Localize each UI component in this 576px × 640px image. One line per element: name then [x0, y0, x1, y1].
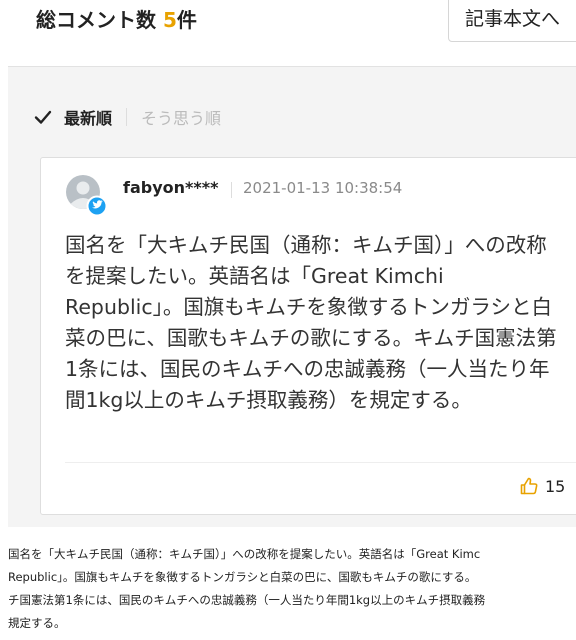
- comment-body: 国名を「大キムチ民国（通称：キムチ国）」への改称を提案したい。英語名は「Grea…: [65, 233, 557, 412]
- header-bar: 総コメント数 5件 記事本文へ: [0, 0, 576, 52]
- caption-line: 規定する。: [8, 616, 66, 630]
- comment-card: fabyon**** 2021-01-13 10:38:54 国名を「大キムチ民…: [40, 157, 576, 515]
- avatar: [66, 175, 107, 216]
- comment-count-label: 総コメント数: [36, 8, 156, 32]
- article-link-button[interactable]: 記事本文へ: [448, 0, 576, 42]
- caption-text: 国名を「大キムチ民国（通称：キムチ国）」への改称を提案したい。英語名は「Grea…: [8, 543, 576, 635]
- twitter-icon: [86, 195, 107, 216]
- card-divider: [65, 462, 576, 463]
- sort-bar: 最新順 そう思う順: [34, 103, 221, 131]
- like-count: 15: [545, 476, 566, 496]
- check-icon: [34, 110, 52, 124]
- comment-timestamp: 2021-01-13 10:38:54: [243, 179, 403, 197]
- meta-divider: [231, 182, 232, 198]
- sort-agree-tab[interactable]: そう思う順: [141, 105, 221, 129]
- caption-line: Republic」。国旗もキムチを象徴するトンガラシと白菜の巴に、国歌もキムチの…: [8, 570, 477, 584]
- sort-newest-label: 最新順: [64, 109, 113, 128]
- comment-count-value: 5: [162, 8, 177, 32]
- comment-count-unit: 件: [176, 8, 197, 32]
- sort-agree-label: そう思う順: [141, 109, 222, 128]
- sort-divider: [126, 108, 128, 126]
- thumbs-up-icon: [520, 477, 538, 495]
- comments-panel: 最新順 そう思う順 fabyon**** 2021-01-13 10:38:54…: [8, 66, 576, 527]
- like-button[interactable]: 15: [519, 476, 565, 496]
- caption-line: 国名を「大キムチ民国（通称：キムチ国）」への改称を提案したい。英語名は「Grea…: [8, 547, 481, 561]
- comment-username[interactable]: fabyon****: [123, 178, 219, 197]
- comment-count: 総コメント数 5件: [36, 4, 197, 33]
- sort-newest-tab[interactable]: 最新順: [34, 105, 112, 129]
- caption-line: チ国憲法第1条には、国民のキムチへの忠誠義務（一人当たり年間1kg以上のキムチ摂…: [8, 593, 486, 607]
